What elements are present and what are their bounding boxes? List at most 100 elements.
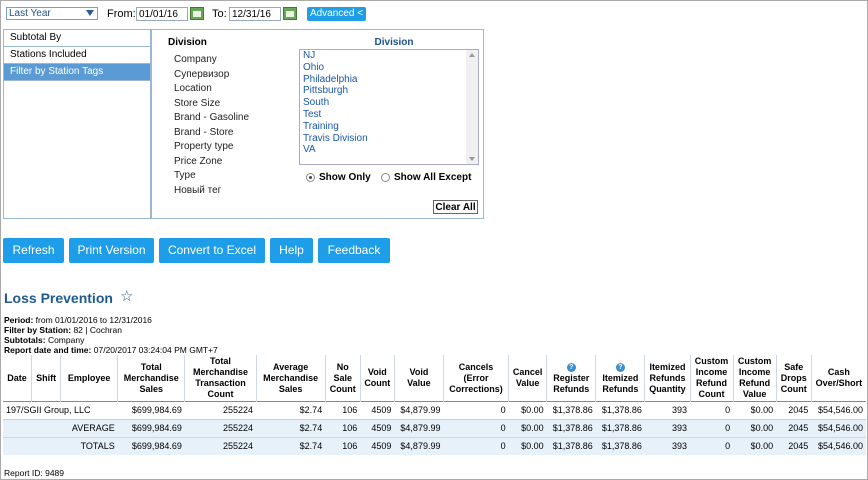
tag-list-panel: Division Company Супервизор Location Sto… bbox=[150, 30, 295, 218]
table-cell: $0.00 bbox=[508, 419, 547, 438]
favorite-star-icon[interactable]: ☆ bbox=[120, 289, 133, 305]
tag-item[interactable]: Супервизор bbox=[174, 68, 249, 83]
show-all-except-label: Show All Except bbox=[394, 172, 472, 183]
table-cell: $1,378.86 bbox=[595, 437, 645, 455]
table-cell: $0.00 bbox=[733, 401, 777, 420]
division-option[interactable]: VA bbox=[300, 144, 478, 156]
listbox-scrollbar[interactable] bbox=[466, 50, 478, 164]
info-icon[interactable]: ? bbox=[615, 363, 625, 372]
refresh-button[interactable]: Refresh bbox=[3, 238, 64, 263]
subtotals-value: Company bbox=[47, 335, 85, 345]
division-option[interactable]: Training bbox=[300, 121, 478, 133]
table-row: 197/SGII Group, LLC $699,984.69 255224 $… bbox=[3, 401, 866, 420]
col-header: Total Merchandise Sales bbox=[117, 355, 185, 402]
tag-item[interactable]: Brand - Store bbox=[174, 126, 249, 141]
calendar-icon[interactable] bbox=[283, 7, 297, 20]
table-cell: 2045 bbox=[776, 419, 812, 438]
table-row-totals: TOTALS $699,984.69 255224 $2.74 106 4509… bbox=[3, 437, 866, 455]
tag-item[interactable]: Новый тег bbox=[174, 184, 249, 199]
scroll-down-icon[interactable] bbox=[469, 157, 475, 161]
table-cell: 255224 bbox=[184, 401, 257, 420]
from-date-input[interactable]: 01/01/16 bbox=[136, 7, 188, 21]
scroll-up-icon[interactable] bbox=[469, 53, 475, 57]
table-cell: $699,984.69 bbox=[117, 437, 185, 455]
filter-panel: Subtotal By Stations Included Filter by … bbox=[3, 29, 484, 219]
division-option[interactable]: Travis Division bbox=[300, 133, 478, 145]
col-header: Shift bbox=[31, 355, 61, 402]
division-option[interactable]: South bbox=[300, 97, 478, 109]
subtotals-label: Subtotals: bbox=[4, 335, 46, 345]
table-cell: 4509 bbox=[360, 437, 395, 455]
table-cell: 255224 bbox=[184, 437, 257, 455]
tag-item[interactable]: Location bbox=[174, 82, 249, 97]
show-only-radio[interactable] bbox=[306, 173, 315, 182]
table-cell: $4,879.99 bbox=[394, 437, 444, 455]
from-label: From: bbox=[107, 8, 136, 20]
tag-item[interactable]: Company bbox=[174, 53, 249, 68]
col-header-label: Itemized Refunds bbox=[602, 373, 639, 394]
report-id: Report ID: 9489 bbox=[4, 468, 65, 478]
tag-item[interactable]: Price Zone bbox=[174, 155, 249, 170]
calendar-icon[interactable] bbox=[190, 7, 204, 20]
filter-label: Filter by Station: bbox=[4, 325, 72, 335]
report-period: Period: from 01/01/2016 to 12/31/2016 bbox=[4, 315, 152, 325]
division-option[interactable]: Philadelphia bbox=[300, 74, 478, 86]
col-header: ? Itemized Refunds bbox=[595, 355, 645, 402]
tag-item[interactable]: Brand - Gasoline bbox=[174, 111, 249, 126]
division-option[interactable]: Test bbox=[300, 109, 478, 121]
filter-item-station-tags[interactable]: Filter by Station Tags bbox=[4, 64, 150, 81]
table-cell: 106 bbox=[325, 419, 361, 438]
division-listbox[interactable]: NJ Ohio Philadelphia Pittsburgh South Te… bbox=[299, 49, 479, 165]
convert-to-excel-button[interactable]: Convert to Excel bbox=[159, 238, 265, 263]
table-cell: 0 bbox=[443, 401, 509, 420]
report-title: Loss Prevention bbox=[4, 290, 113, 306]
row-label: AVERAGE bbox=[3, 419, 118, 438]
table-cell: 2045 bbox=[776, 437, 812, 455]
filter-item-stations-included[interactable]: Stations Included bbox=[4, 47, 150, 64]
help-button[interactable]: Help bbox=[270, 238, 313, 263]
filter-value: 82 | Cochran bbox=[73, 325, 122, 335]
table-cell: 393 bbox=[644, 437, 690, 455]
report-date-label: Report date and time: bbox=[4, 345, 92, 355]
tag-item[interactable]: Type bbox=[174, 169, 249, 184]
row-label: TOTALS bbox=[3, 437, 118, 455]
info-icon[interactable]: ? bbox=[566, 363, 576, 372]
clear-all-button[interactable]: Clear All bbox=[433, 200, 478, 214]
period-value: from 01/01/2016 to 12/31/2016 bbox=[35, 315, 152, 325]
show-only-label: Show Only bbox=[319, 172, 371, 183]
table-row-average: AVERAGE $699,984.69 255224 $2.74 106 450… bbox=[3, 419, 866, 438]
table-cell: $54,546.00 bbox=[811, 437, 866, 455]
table-header-row: Date Shift Employee Total Merchandise Sa… bbox=[3, 355, 866, 402]
table-cell: $0.00 bbox=[508, 401, 547, 420]
col-header-label: Register Refunds bbox=[553, 373, 590, 394]
tag-list: Company Супервизор Location Store Size B… bbox=[174, 53, 249, 198]
feedback-button[interactable]: Feedback bbox=[318, 238, 390, 263]
advanced-button[interactable]: Advanced < bbox=[307, 7, 366, 21]
division-option[interactable]: Ohio bbox=[300, 62, 478, 74]
col-header: ? Register Refunds bbox=[546, 355, 596, 402]
division-option[interactable]: NJ bbox=[300, 50, 478, 62]
show-all-except-radio[interactable] bbox=[381, 173, 390, 182]
filter-item-subtotal-by[interactable]: Subtotal By bbox=[4, 30, 150, 47]
table-cell: $4,879.99 bbox=[394, 419, 444, 438]
table-cell: 0 bbox=[443, 419, 509, 438]
print-version-button[interactable]: Print Version bbox=[69, 238, 154, 263]
col-header: Cancels (Error Corrections) bbox=[442, 355, 509, 402]
table-cell: $1,378.86 bbox=[546, 401, 596, 420]
report-date-value: 07/20/2017 03:24:04 PM GMT+7 bbox=[93, 345, 218, 355]
table-cell: 4509 bbox=[360, 419, 395, 438]
tag-item[interactable]: Store Size bbox=[174, 97, 249, 112]
table-cell: $1,378.86 bbox=[546, 419, 596, 438]
filter-category-list: Subtotal By Stations Included Filter by … bbox=[4, 30, 151, 218]
table-cell: 106 bbox=[325, 401, 361, 420]
tag-item[interactable]: Property type bbox=[174, 140, 249, 155]
table-cell: $0.00 bbox=[508, 437, 547, 455]
col-header: Cash Over/Short bbox=[810, 355, 866, 402]
col-header: Safe Drops Count bbox=[775, 355, 812, 402]
table-cell: 255224 bbox=[184, 419, 257, 438]
period-select[interactable]: Last Year bbox=[6, 7, 98, 20]
to-date-input[interactable]: 12/31/16 bbox=[229, 7, 281, 21]
table-cell: $54,546.00 bbox=[811, 419, 866, 438]
report-date: Report date and time: 07/20/2017 03:24:0… bbox=[4, 345, 218, 355]
division-option[interactable]: Pittsburgh bbox=[300, 85, 478, 97]
